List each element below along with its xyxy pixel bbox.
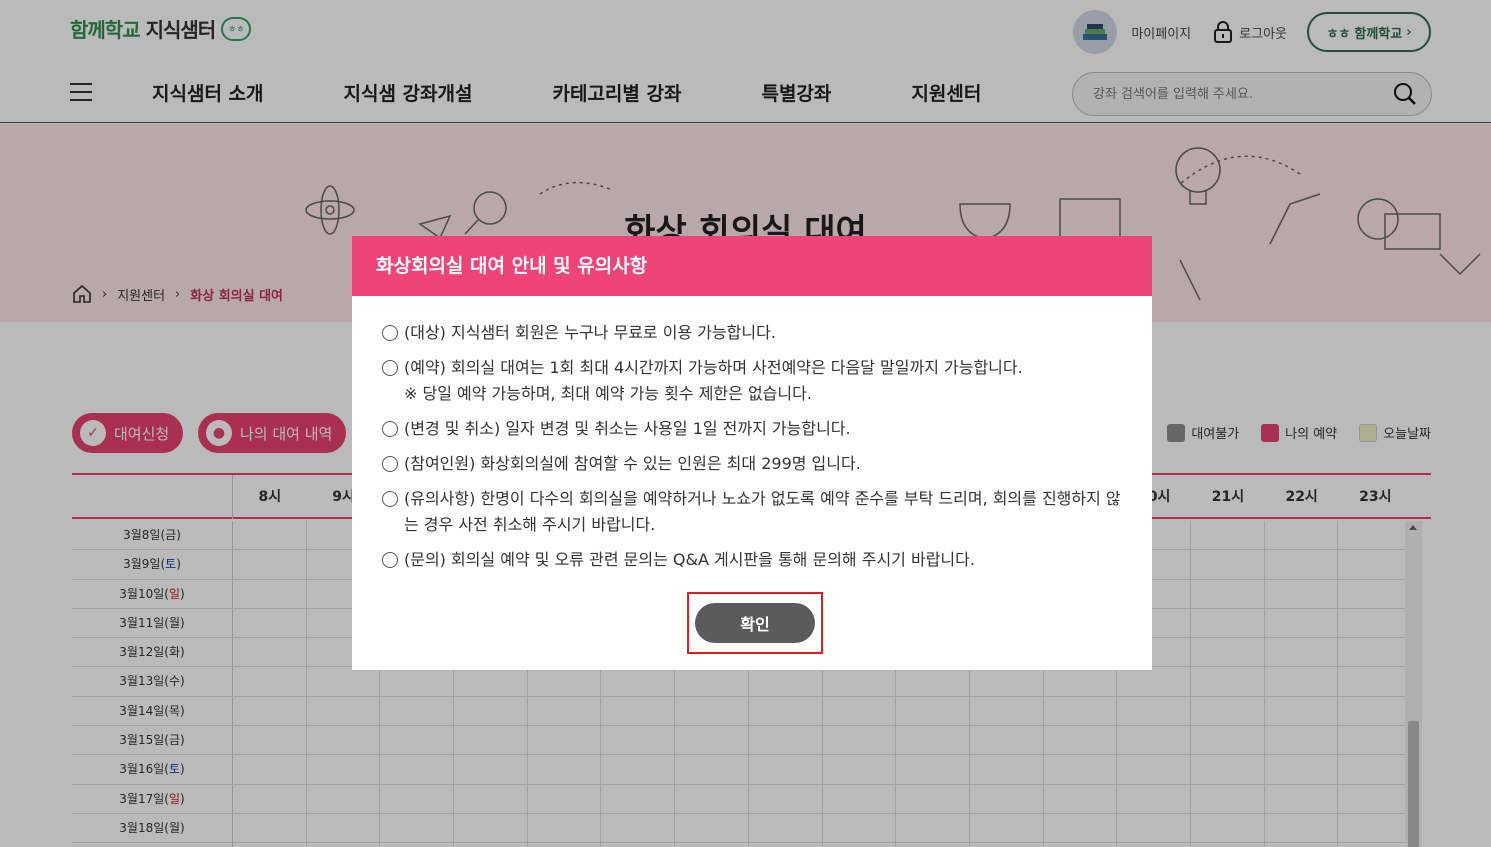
notice-text: (예약) 회의실 대여는 1회 최대 4시간까지 가능하며 사전예약은 다음달 …	[404, 358, 1023, 377]
notice-item: (변경 및 취소) 일자 변경 및 취소는 사용일 1일 전까지 가능합니다.	[382, 416, 1122, 442]
notice-text: (대상) 지식샘터 회원은 누구나 무료로 이용 가능합니다.	[404, 323, 776, 342]
notice-item: (참여인원) 화상회의실에 참여할 수 있는 인원은 최대 299명 입니다.	[382, 451, 1122, 477]
circle-bullet-icon	[382, 325, 398, 341]
notice-text: (참여인원) 화상회의실에 참여할 수 있는 인원은 최대 299명 입니다.	[404, 454, 861, 473]
notice-subtext: ※ 당일 예약 가능하며, 최대 예약 가능 횟수 제한은 없습니다.	[404, 384, 812, 403]
circle-bullet-icon	[382, 421, 398, 437]
circle-bullet-icon	[382, 360, 398, 376]
notice-text-block: (대상) 지식샘터 회원은 누구나 무료로 이용 가능합니다.	[404, 320, 1122, 346]
notice-text-block: (문의) 회의실 예약 및 오류 관련 문의는 Q&A 게시판을 통해 문의해 …	[404, 547, 1122, 573]
confirm-button[interactable]: 확인	[695, 603, 815, 643]
notice-item: (대상) 지식샘터 회원은 누구나 무료로 이용 가능합니다.	[382, 320, 1122, 346]
confirm-highlight: 확인	[687, 592, 823, 654]
circle-bullet-icon	[382, 552, 398, 568]
notice-item: (유의사항) 한명이 다수의 회의실을 예약하거나 노쇼가 없도록 예약 준수를…	[382, 486, 1122, 538]
modal-body: (대상) 지식샘터 회원은 누구나 무료로 이용 가능합니다. (예약) 회의실 …	[352, 296, 1152, 573]
notice-text-block: (예약) 회의실 대여는 1회 최대 4시간까지 가능하며 사전예약은 다음달 …	[404, 355, 1122, 407]
notice-text-block: (참여인원) 화상회의실에 참여할 수 있는 인원은 최대 299명 입니다.	[404, 451, 1122, 477]
notice-text-block: (변경 및 취소) 일자 변경 및 취소는 사용일 1일 전까지 가능합니다.	[404, 416, 1122, 442]
notice-item: (예약) 회의실 대여는 1회 최대 4시간까지 가능하며 사전예약은 다음달 …	[382, 355, 1122, 407]
modal-title: 화상회의실 대여 안내 및 유의사항	[352, 236, 1152, 296]
circle-bullet-icon	[382, 456, 398, 472]
notice-text: (변경 및 취소) 일자 변경 및 취소는 사용일 1일 전까지 가능합니다.	[404, 419, 851, 438]
notice-text: (유의사항) 한명이 다수의 회의실을 예약하거나 노쇼가 없도록 예약 준수를…	[404, 489, 1121, 534]
notice-text: (문의) 회의실 예약 및 오류 관련 문의는 Q&A 게시판을 통해 문의해 …	[404, 550, 975, 569]
notice-text-block: (유의사항) 한명이 다수의 회의실을 예약하거나 노쇼가 없도록 예약 준수를…	[404, 486, 1122, 538]
notice-item: (문의) 회의실 예약 및 오류 관련 문의는 Q&A 게시판을 통해 문의해 …	[382, 547, 1122, 573]
circle-bullet-icon	[382, 491, 398, 507]
notice-modal: 화상회의실 대여 안내 및 유의사항 (대상) 지식샘터 회원은 누구나 무료로…	[352, 236, 1152, 670]
